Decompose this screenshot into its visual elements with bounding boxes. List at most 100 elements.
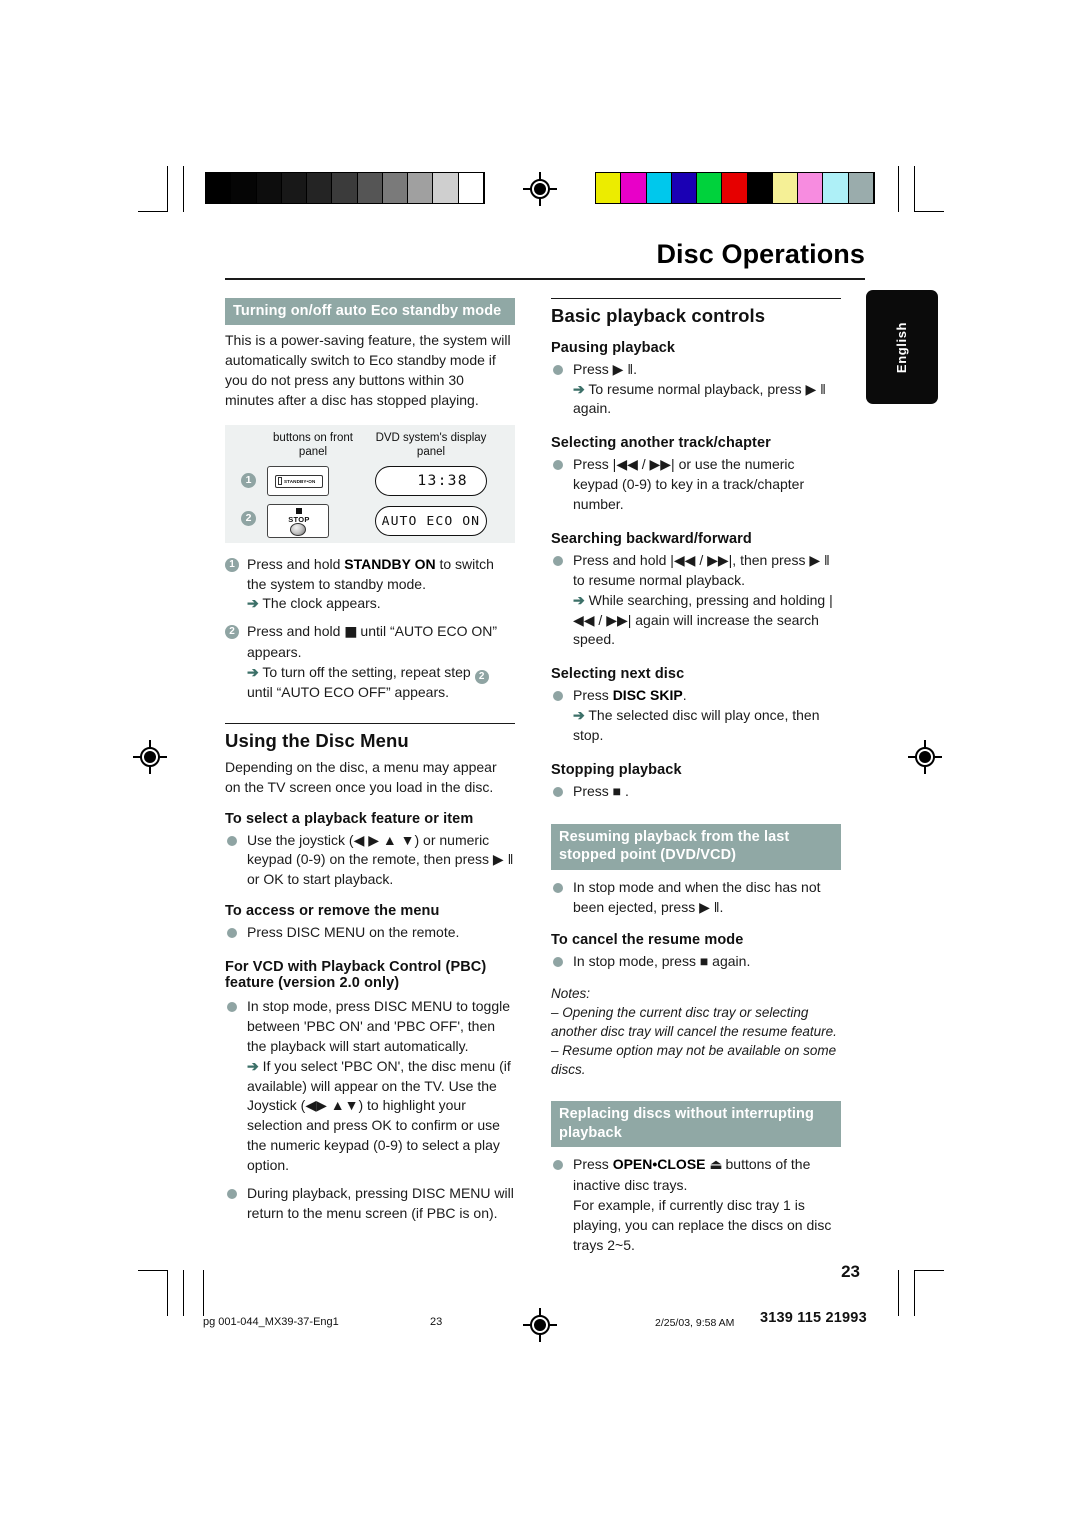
diagram-step-number-1: 1: [241, 472, 256, 488]
crop-mark-top-right: [898, 166, 944, 212]
footer-page-ref: 23: [430, 1316, 443, 1328]
right-column: Basic playback controls Pausing playback…: [551, 297, 841, 1256]
arrow-icon: ➔: [247, 1057, 259, 1074]
cancel-resume-bullet: In stop mode, press ■ again.: [551, 952, 841, 972]
bullet-icon: [227, 835, 237, 846]
bullet-icon: [553, 555, 563, 566]
cancel-resume-heading: To cancel the resume mode: [551, 931, 744, 948]
pausing-playback-heading: Pausing playback: [551, 339, 676, 356]
grayscale-calibration-strip: [205, 172, 485, 204]
bullet-icon: [227, 928, 237, 939]
grayscale-patch: [206, 173, 232, 203]
section-bar-replacing-discs: Replacing discs without interrupting pla…: [551, 1101, 841, 1148]
disc-menu-section: Using the Disc Menu Depending on the dis…: [225, 722, 515, 1224]
access-remove-menu-heading: To access or remove the menu: [225, 903, 440, 920]
grayscale-patch: [408, 173, 434, 203]
grayscale-patch: [307, 173, 333, 203]
searching-bullet: Press and hold |◀◀ / ▶▶|, then press ▶ ‖…: [551, 551, 841, 650]
color-patch: [772, 173, 799, 203]
grayscale-patch: [332, 173, 358, 203]
disc-menu-intro: Depending on the disc, a menu may appear…: [225, 758, 497, 795]
page-content: Disc Operations Turning on/off auto Eco …: [225, 239, 865, 1260]
open-close-keyword: OPEN•CLOSE: [612, 1156, 706, 1173]
registration-mark-left: [133, 740, 167, 774]
vcd-pbc-bullet-2: During playback, pressing DISC MENU will…: [225, 1184, 515, 1224]
bullet-icon: [227, 1188, 237, 1199]
vcd-pbc-bullet-1: In stop mode, press DISC MENU to toggle …: [225, 997, 515, 1176]
vcd-pbc-heading: For VCD with Playback Control (PBC) feat…: [225, 959, 487, 992]
display-panel-auto-eco: AUTO ECO ON: [375, 505, 487, 536]
display-panel-clock-text: 13:38: [417, 472, 468, 489]
pausing-playback-bullet: Press ▶ ‖. ➔ To resume normal playback, …: [551, 360, 841, 420]
note-item: – Resume option may not be available on …: [551, 1043, 837, 1078]
eco-step-2: 2 Press and hold ■ until “AUTO ECO ON” a…: [225, 622, 515, 703]
basic-playback-heading: Basic playback controls: [551, 304, 766, 326]
inline-step-badge-2: 2: [474, 670, 489, 685]
color-patch: [671, 173, 698, 203]
section-bar-resuming-playback: Resuming playback from the last stopped …: [551, 823, 841, 870]
registration-mark-bottom: [523, 1308, 557, 1342]
color-patch: [798, 173, 824, 203]
power-led-icon: [278, 477, 282, 486]
display-panel-clock: 13:38: [375, 465, 487, 496]
grayscale-patch: [231, 173, 257, 203]
next-disc-arrow: ➔ The selected disc will play once, then…: [573, 707, 820, 744]
footer-document-code: 3139 115 21993: [760, 1310, 867, 1326]
chapter-title: Disc Operations: [656, 239, 865, 269]
stopping-playback-text: Press ■ .: [573, 782, 629, 799]
color-patch: [747, 173, 773, 203]
stopping-playback-heading: Stopping playback: [551, 761, 682, 778]
searching-text: Press and hold |◀◀ / ▶▶|, then press ▶ ‖…: [573, 552, 841, 650]
diagram-label-buttons-front-panel: buttons on front panel: [273, 431, 353, 459]
note-item: – Opening the current disc tray or selec…: [551, 1004, 837, 1039]
section-bar-eco-standby: Turning on/off auto Eco standby mode: [225, 297, 515, 326]
color-patch: [722, 173, 748, 203]
grayscale-patch: [458, 173, 484, 203]
access-remove-menu-bullet: Press DISC MENU on the remote.: [225, 923, 515, 943]
select-playback-feature-bullet: Use the joystick (◀ ▶ ▲ ▼) or numeric ke…: [225, 831, 515, 891]
next-disc-heading: Selecting next disc: [551, 666, 685, 683]
next-disc-bullet: Press DISC SKIP. ➔ The selected disc wil…: [551, 686, 841, 746]
bullet-icon: [553, 956, 563, 967]
grayscale-patch: [281, 173, 308, 203]
replacing-text: Press OPEN•CLOSE ⏏ buttons of the inacti…: [573, 1156, 841, 1255]
footer-timestamp: 2/25/03, 9:58 AM: [655, 1317, 735, 1329]
arrow-icon: ➔: [247, 595, 259, 612]
eco-intro-paragraph: This is a power-saving feature, the syst…: [225, 332, 511, 408]
bullet-icon: [553, 691, 563, 702]
arrow-icon: ➔: [247, 664, 259, 681]
eco-step-2-text: Press and hold ■ until “AUTO ECO ON” app…: [247, 623, 515, 703]
resuming-bullet: In stop mode and when the disc has not b…: [551, 878, 841, 918]
notes-label: Notes:: [551, 985, 591, 1001]
replacing-bullet: Press OPEN•CLOSE ⏏ buttons of the inacti…: [551, 1155, 841, 1255]
bullet-icon: [553, 364, 563, 375]
vcd-pbc-arrow: ➔ If you select 'PBC ON', the disc menu …: [247, 1057, 511, 1174]
selecting-track-bullet: Press |◀◀ / ▶▶| or use the numeric keypa…: [551, 455, 841, 515]
disc-menu-heading: Using the Disc Menu: [225, 729, 409, 751]
standby-on-button-label: STANDBY•ON: [284, 478, 316, 484]
footer-file-name: pg 001-044_MX39-37-Eng1: [203, 1316, 339, 1328]
registration-mark-right: [908, 740, 942, 774]
disc-skip-keyword: DISC SKIP: [612, 687, 683, 704]
cancel-resume-text: In stop mode, press ■ again.: [573, 952, 751, 969]
selecting-track-text: Press |◀◀ / ▶▶| or use the numeric keypa…: [573, 456, 805, 513]
eco-step-1: 1 Press and hold STANDBY ON to switch th…: [225, 555, 515, 615]
left-column: Turning on/off auto Eco standby mode Thi…: [225, 297, 515, 1256]
stopping-playback-bullet: Press ■ .: [551, 782, 841, 802]
next-disc-text: Press DISC SKIP. ➔ The selected disc wil…: [573, 687, 841, 746]
stop-knob-icon: [290, 522, 306, 536]
grayscale-patch: [357, 173, 383, 203]
color-patch: [848, 173, 874, 203]
diagram-label-display-panel: DVD system's display panel: [375, 431, 487, 459]
document-page: English Disc Operations Turning on/off a…: [0, 0, 1080, 1528]
color-patch: [697, 173, 723, 203]
eco-step-2-arrow: ➔ To turn off the setting, repeat step 2…: [247, 663, 515, 703]
registration-mark-top: [523, 172, 557, 206]
resuming-text: In stop mode and when the disc has not b…: [573, 878, 821, 915]
eco-step-1-arrow: ➔ The clock appears.: [247, 595, 381, 612]
selecting-track-heading: Selecting another track/chapter: [551, 435, 771, 452]
step-number-badge: 2: [225, 625, 239, 640]
bullet-icon: [553, 460, 563, 471]
access-remove-menu-text: Press DISC MENU on the remote.: [247, 924, 460, 941]
bullet-icon: [227, 1002, 237, 1013]
